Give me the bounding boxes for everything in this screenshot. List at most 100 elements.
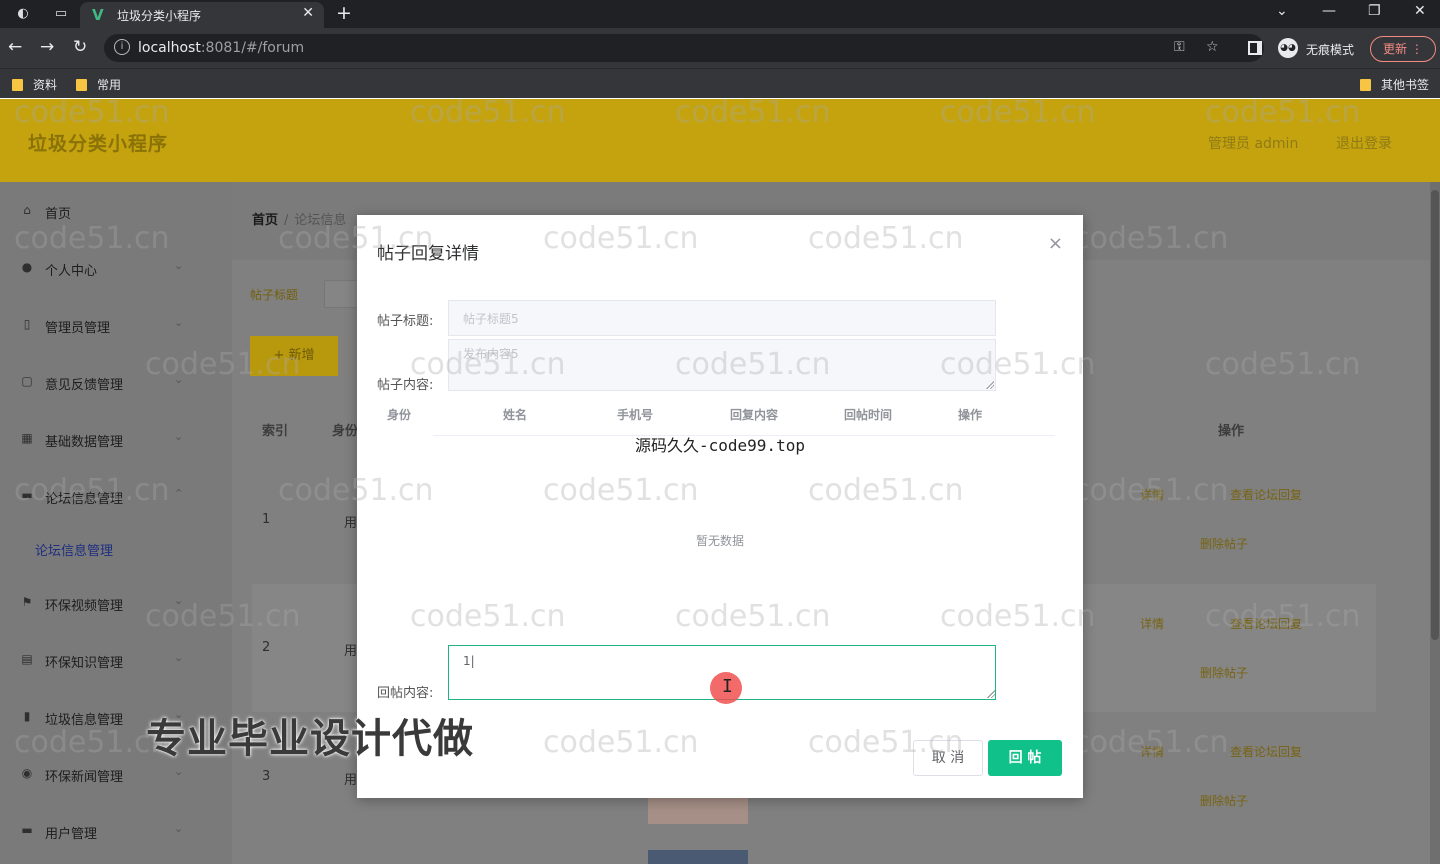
browser-logo-icon[interactable]: ◐	[14, 5, 32, 23]
admin-label: 管理员 admin	[1208, 136, 1299, 152]
sidebar-item-knowledge[interactable]: ▤ 环保知识管理 ⌄	[0, 643, 232, 677]
sidebar-item-forum[interactable]: ▬ 论坛信息管理 ⌃	[0, 479, 232, 513]
url-text[interactable]: localhost:8081/#/forum	[138, 40, 304, 56]
detail-link[interactable]: 详情	[1140, 615, 1164, 632]
chevron-down-icon: ⌄	[174, 430, 184, 443]
detail-link[interactable]: 详情	[1140, 486, 1164, 503]
app-title: 垃圾分类小程序	[28, 133, 169, 155]
new-tab-icon[interactable]: +	[336, 2, 352, 24]
bookmark-star-icon[interactable]: ☆	[1206, 39, 1219, 55]
password-key-icon[interactable]: ⚿	[1174, 39, 1185, 55]
delete-post-link[interactable]: 删除帖子	[1200, 535, 1248, 552]
breadcrumb-home[interactable]: 首页	[252, 213, 278, 228]
delete-post-link[interactable]: 删除帖子	[1200, 664, 1248, 681]
tab-search-icon[interactable]: ⌄	[1276, 3, 1288, 19]
detail-link[interactable]: 详情	[1140, 743, 1164, 760]
tab-close-icon[interactable]: ✕	[302, 5, 314, 21]
minimize-icon[interactable]: —	[1322, 3, 1336, 19]
back-icon[interactable]: ←	[8, 37, 22, 57]
empty-table-text: 暂无数据	[695, 534, 744, 548]
row-index: 1	[262, 512, 271, 527]
delete-post-link[interactable]: 删除帖子	[1200, 792, 1248, 809]
breadcrumb-current: 论坛信息	[294, 213, 347, 228]
text-cursor-icon: I	[722, 676, 733, 697]
window-close-icon[interactable]: ✕	[1414, 3, 1426, 19]
sidebar-item-home[interactable]: ⌂ 首页	[0, 194, 232, 228]
sidebar-item-profile[interactable]: ● 个人中心 ⌄	[0, 251, 232, 285]
view-replies-link[interactable]: 查看论坛回复	[1230, 743, 1302, 760]
breadcrumb: 首页 / 论坛信息	[252, 213, 347, 228]
forum-icon: ▬	[21, 488, 33, 502]
post-title-label: 帖子标题:	[377, 314, 434, 329]
sidebar-subitem-forum[interactable]: 论坛信息管理	[35, 540, 113, 559]
update-button[interactable]: 更新 ⋮	[1370, 36, 1436, 62]
folder-icon	[76, 79, 87, 91]
post-title-field: 帖子标题5	[448, 300, 996, 336]
dialog-title: 帖子回复详情	[377, 244, 479, 264]
resize-grip-icon[interactable]	[987, 690, 995, 698]
bookmarks-bar: 资料 常用 其他书签	[0, 68, 1440, 98]
news-icon: ◉	[21, 766, 33, 780]
view-replies-link[interactable]: 查看论坛回复	[1230, 486, 1302, 503]
reply-col-time: 回帖时间	[844, 408, 893, 422]
browser-tab[interactable]: V 垃圾分类小程序 ✕	[80, 2, 324, 28]
tab-title: 垃圾分类小程序	[117, 9, 202, 23]
reply-col-phone: 手机号	[617, 408, 654, 422]
reload-icon[interactable]: ↻	[73, 37, 87, 57]
view-replies-link[interactable]: 查看论坛回复	[1230, 615, 1302, 632]
incognito-icon[interactable]: ◕◕	[1278, 38, 1298, 58]
dialog-close-icon[interactable]: ×	[1048, 233, 1063, 254]
post-thumbnail	[648, 796, 748, 824]
row-index: 3	[262, 769, 271, 784]
bookmark-folder-1[interactable]: 资料	[12, 76, 57, 93]
reply-submit-button[interactable]: 回 帖	[988, 740, 1062, 776]
bookmark-folder-2[interactable]: 常用	[76, 76, 121, 93]
sidebar-item-basic-data[interactable]: ▦ 基础数据管理 ⌄	[0, 422, 232, 456]
chevron-down-icon: ⌄	[174, 373, 184, 386]
reply-col-actions: 操作	[958, 408, 983, 422]
col-header-actions: 操作	[1218, 424, 1245, 439]
col-header-index: 索引	[262, 424, 289, 439]
logout-link[interactable]: 退出登录	[1336, 133, 1392, 153]
col-header-identity: 身份	[332, 424, 359, 439]
sidebar-item-videos[interactable]: ⚑ 环保视频管理 ⌄	[0, 586, 232, 620]
center-watermark-text: 源码久久-code99.top	[635, 436, 805, 455]
scrollbar-thumb[interactable]	[1431, 190, 1439, 640]
sidebar-item-users[interactable]: ▬ 用户管理 ⌄	[0, 814, 232, 848]
users-icon: ▬	[21, 823, 33, 837]
other-bookmarks[interactable]: 其他书签	[1360, 76, 1429, 93]
tab-strip-icon[interactable]: ▭	[52, 5, 70, 23]
chevron-down-icon: ⌄	[174, 822, 184, 835]
browser-toolbar: ← → ↻ i localhost:8081/#/forum ⚿ ☆ ◕◕ 无痕…	[0, 28, 1440, 68]
flag-icon: ⚑	[21, 595, 33, 609]
feedback-icon: ▢	[21, 374, 33, 388]
add-button[interactable]: + 新增	[250, 336, 338, 376]
app-header: 垃圾分类小程序 管理员 admin 退出登录	[0, 99, 1440, 182]
chevron-down-icon: ⌄	[174, 594, 184, 607]
chevron-down-icon: ⌄	[174, 259, 184, 272]
forward-icon[interactable]: →	[40, 37, 54, 57]
admin-icon: ▯	[23, 317, 31, 331]
folder-icon	[12, 79, 23, 91]
resize-grip-icon[interactable]	[985, 380, 994, 389]
incognito-label[interactable]: 无痕模式	[1306, 41, 1354, 58]
reply-col-content: 回复内容	[730, 408, 779, 422]
promo-overlay-text: 专业毕业设计代做	[146, 716, 474, 762]
sidebar-item-feedback[interactable]: ▢ 意见反馈管理 ⌄	[0, 365, 232, 399]
site-info-icon[interactable]: i	[114, 39, 130, 55]
vue-favicon-icon: V	[92, 6, 104, 24]
search-label: 帖子标题	[250, 288, 299, 302]
sidebar-item-admins[interactable]: ▯ 管理员管理 ⌄	[0, 308, 232, 342]
row-identity: 用	[344, 516, 358, 531]
post-content-text: 发布内容5	[463, 347, 519, 361]
chevron-down-icon: ⌄	[174, 765, 184, 778]
row-index: 2	[262, 640, 271, 655]
post-content-label: 帖子内容:	[377, 378, 434, 393]
chart-icon: ▮	[23, 709, 31, 723]
chevron-down-icon: ⌄	[174, 651, 184, 664]
address-bar[interactable]: i localhost:8081/#/forum ⚿ ☆	[104, 34, 1264, 62]
side-panel-icon[interactable]	[1248, 41, 1262, 55]
reply-col-identity: 身份	[387, 408, 412, 422]
cancel-button[interactable]: 取 消	[913, 740, 983, 776]
restore-icon[interactable]: ❐	[1368, 3, 1381, 19]
